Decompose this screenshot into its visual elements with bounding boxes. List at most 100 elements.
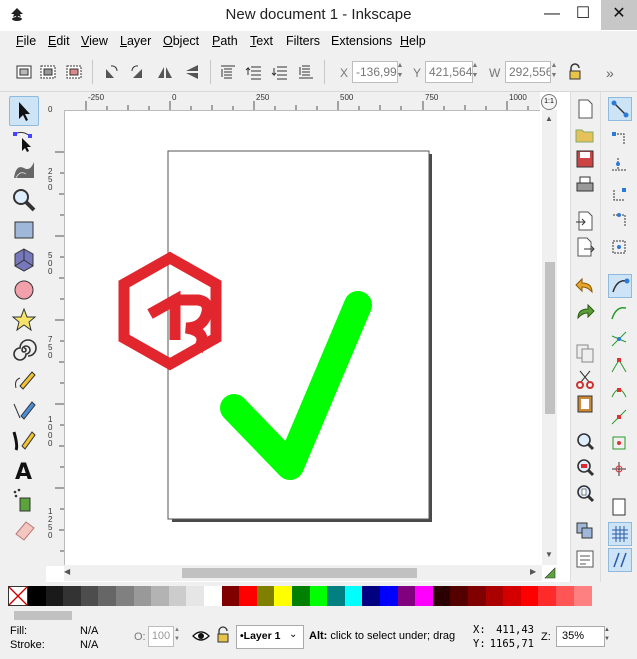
horizontal-ruler[interactable]: -250 0 250 500 750 1000 [46, 92, 540, 111]
w-spinner[interactable]: ▲ ▼ [549, 61, 559, 83]
save-icon[interactable] [574, 148, 596, 170]
opacity-input[interactable]: 100 [148, 626, 174, 647]
opacity-spinner[interactable]: ▲ ▼ [174, 626, 182, 644]
palette-swatch[interactable] [63, 586, 82, 606]
snap-page-border-icon[interactable] [608, 496, 630, 518]
menu-path[interactable]: Path [212, 34, 238, 48]
text-tool-icon[interactable]: A [10, 456, 38, 484]
snap-nodes-icon[interactable] [608, 274, 632, 298]
palette-swatch[interactable] [468, 586, 486, 606]
palette-swatch[interactable] [538, 586, 557, 606]
redo-icon[interactable] [574, 302, 596, 324]
palette-scrollbar[interactable] [0, 607, 637, 623]
layer-selector[interactable]: •Layer 1 ⌄ [236, 625, 304, 649]
palette-swatch[interactable] [520, 586, 539, 606]
palette-swatch[interactable] [168, 586, 187, 606]
snap-bbox-icon[interactable] [608, 128, 630, 150]
snap-bbox-midpoint-icon[interactable] [608, 210, 630, 232]
eye-visibility-icon[interactable] [192, 628, 210, 644]
menu-file[interactable]: File [16, 34, 36, 48]
rectangle-tool-icon[interactable] [10, 216, 38, 244]
lower-to-bottom-icon[interactable] [297, 63, 315, 81]
palette-swatch[interactable] [221, 586, 240, 606]
menu-edit[interactable]: Edit [48, 34, 70, 48]
x-input[interactable]: -136,99 [352, 61, 398, 83]
palette-swatch[interactable] [397, 586, 416, 606]
lock-icon[interactable] [566, 63, 584, 81]
3dbox-tool-icon[interactable] [10, 246, 38, 274]
calligraphy-tool-icon[interactable] [10, 426, 38, 454]
lock-layer-icon[interactable] [216, 626, 230, 644]
y-input[interactable]: 421,564 [425, 61, 473, 83]
spiral-tool-icon[interactable] [10, 336, 38, 364]
pencil-tool-icon[interactable] [10, 366, 38, 394]
zoom-selection-icon[interactable] [574, 430, 596, 452]
palette-swatch[interactable] [432, 586, 451, 606]
snap-bbox-edge-icon[interactable] [608, 154, 630, 176]
palette-swatch[interactable] [309, 586, 328, 606]
copy-icon[interactable] [574, 342, 596, 364]
palette-swatch[interactable] [362, 586, 381, 606]
snap-paths-icon[interactable] [608, 302, 630, 324]
horizontal-scroll-thumb[interactable] [182, 568, 417, 578]
zoom-1to1-button[interactable]: 1:1 [541, 94, 557, 110]
palette-swatch[interactable] [239, 586, 258, 606]
palette-swatch[interactable] [556, 586, 574, 606]
w-input[interactable]: 292,556 [505, 61, 551, 83]
snap-guide-icon[interactable] [608, 548, 632, 572]
paste-icon[interactable] [574, 392, 596, 414]
object-properties-icon[interactable] [574, 548, 596, 570]
duplicate-icon[interactable] [574, 520, 596, 542]
menu-filters[interactable]: Filters [286, 34, 320, 48]
snap-smooth-nodes-icon[interactable] [608, 380, 630, 402]
palette-swatch[interactable] [292, 586, 310, 606]
new-document-icon[interactable] [574, 98, 596, 120]
spray-tool-icon[interactable] [10, 486, 38, 514]
menu-layer[interactable]: Layer [120, 34, 151, 48]
menu-object[interactable]: Object [163, 34, 199, 48]
vertical-ruler[interactable]: 0 2 5 0 5 0 0 7 5 0 1 0 0 0 1 2 5 0 [46, 106, 65, 566]
palette-swatch[interactable] [344, 586, 363, 606]
close-button[interactable]: ✕ [601, 0, 637, 30]
selector-tool-icon[interactable] [9, 96, 39, 126]
lower-icon[interactable] [271, 63, 289, 81]
import-icon[interactable] [574, 210, 596, 232]
ellipse-tool-icon[interactable] [10, 276, 38, 304]
color-palette[interactable] [0, 586, 637, 606]
snap-object-midpoint-icon[interactable] [608, 432, 630, 454]
tweak-tool-icon[interactable] [10, 156, 38, 184]
raise-icon[interactable] [245, 63, 263, 81]
palette-swatch[interactable] [98, 586, 117, 606]
palette-scroll-thumb[interactable] [14, 611, 72, 620]
snap-bbox-corner-icon[interactable] [608, 184, 630, 206]
palette-swatch[interactable] [450, 586, 469, 606]
pen-tool-icon[interactable] [10, 396, 38, 424]
cut-icon[interactable] [574, 368, 596, 390]
palette-swatch[interactable] [485, 586, 504, 606]
palette-swatch[interactable] [80, 586, 99, 606]
snap-enable-icon[interactable] [608, 97, 632, 121]
palette-swatch[interactable] [380, 586, 398, 606]
star-tool-icon[interactable] [10, 306, 38, 334]
print-icon[interactable] [574, 174, 596, 196]
stroke-value[interactable]: N/A [80, 639, 98, 651]
palette-swatch[interactable] [573, 586, 592, 606]
scroll-up-arrow-icon[interactable]: ▲ [545, 114, 553, 123]
node-tool-icon[interactable] [10, 126, 38, 154]
select-all-icon[interactable] [15, 63, 33, 81]
undo-icon[interactable] [574, 276, 596, 298]
fill-value[interactable]: N/A [80, 625, 98, 637]
snap-path-intersection-icon[interactable] [608, 328, 630, 350]
deselect-icon[interactable] [65, 63, 83, 81]
select-all-layers-icon[interactable] [39, 63, 57, 81]
snap-line-midpoint-icon[interactable] [608, 406, 630, 428]
scroll-right-arrow-icon[interactable]: ▶ [530, 567, 536, 576]
menu-extensions[interactable]: Extensions [331, 34, 392, 48]
snap-grid-icon[interactable] [608, 522, 632, 546]
palette-swatch[interactable] [116, 586, 134, 606]
scroll-left-arrow-icon[interactable]: ◀ [64, 567, 70, 576]
zoom-page-icon[interactable] [574, 482, 596, 504]
overflow-chevron-icon[interactable]: » [606, 65, 614, 81]
minimize-button[interactable]: — [537, 0, 567, 30]
y-spinner[interactable]: ▲ ▼ [470, 61, 480, 83]
